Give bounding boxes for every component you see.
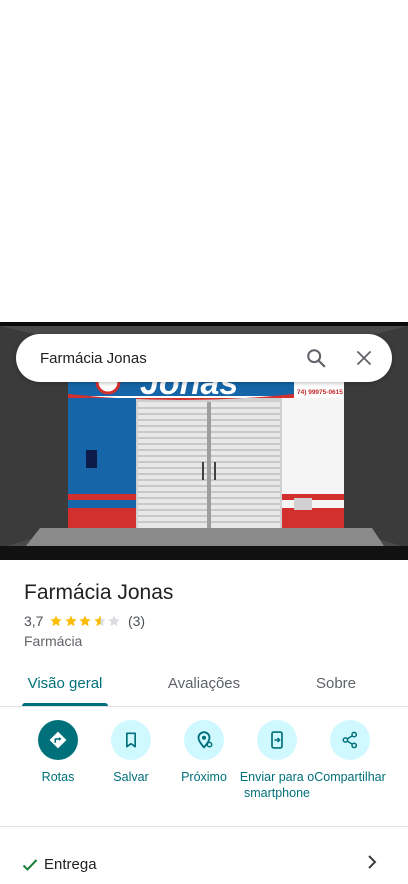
active-tab-indicator (22, 703, 108, 706)
rating-value: 3,7 (24, 613, 44, 629)
search-button[interactable] (296, 338, 336, 378)
send-to-phone-button[interactable]: Enviar para o smartphone (237, 720, 317, 801)
send-to-phone-label: Enviar para o smartphone (239, 770, 315, 800)
clear-search-button[interactable] (344, 338, 384, 378)
place-header: Farmácia Jonas 3,7 (3) Farmácia (24, 578, 392, 649)
place-category: Farmácia (24, 633, 83, 649)
directions-circle (38, 720, 78, 760)
check-icon (22, 859, 38, 871)
search-input[interactable]: Farmácia Jonas (40, 350, 296, 367)
nearby-icon (197, 731, 213, 749)
delivery-label: Entrega (44, 856, 97, 873)
bookmark-icon (126, 732, 136, 748)
share-icon (342, 731, 358, 749)
search-icon (307, 349, 326, 368)
directions-button[interactable]: Rotas (18, 720, 98, 785)
section-divider (0, 826, 408, 827)
rating-row[interactable]: 3,7 (3) (24, 613, 392, 629)
send-to-phone-circle (257, 720, 297, 760)
star-icon (65, 615, 77, 627)
share-button[interactable]: Compartilhar (310, 720, 390, 785)
save-label: Salvar (113, 770, 149, 784)
star-empty-icon (108, 615, 121, 627)
tab-about[interactable]: Sobre (306, 660, 366, 706)
nearby-circle (184, 720, 224, 760)
tab-overview[interactable]: Visão geral (16, 660, 114, 706)
save-button[interactable]: Salvar (91, 720, 171, 785)
tab-reviews[interactable]: Avaliações (156, 660, 252, 706)
star-icon (79, 615, 92, 627)
review-count[interactable]: (3) (128, 613, 145, 629)
share-label: Compartilhar (314, 770, 386, 784)
save-circle (111, 720, 151, 760)
delivery-row[interactable]: Entrega (0, 844, 408, 884)
tab-bar: Visão geral Avaliações Sobre (0, 660, 408, 707)
close-icon (357, 351, 371, 365)
nearby-label: Próximo (181, 770, 227, 784)
action-bar: Rotas Salvar Próximo Enviar para o smart… (0, 720, 408, 820)
place-name: Farmácia Jonas (24, 581, 174, 604)
share-circle (330, 720, 370, 760)
directions-icon (49, 731, 67, 749)
directions-label: Rotas (41, 770, 75, 784)
send-to-phone-icon (271, 731, 283, 749)
star-half-icon (94, 615, 106, 627)
chevron-right-icon (368, 855, 377, 869)
sign-phone: 74) 99975-0615 (297, 389, 343, 396)
rating-stars (49, 614, 122, 628)
nearby-button[interactable]: Próximo (164, 720, 244, 785)
search-bar[interactable]: Farmácia Jonas (16, 334, 392, 382)
star-icon (50, 615, 63, 627)
